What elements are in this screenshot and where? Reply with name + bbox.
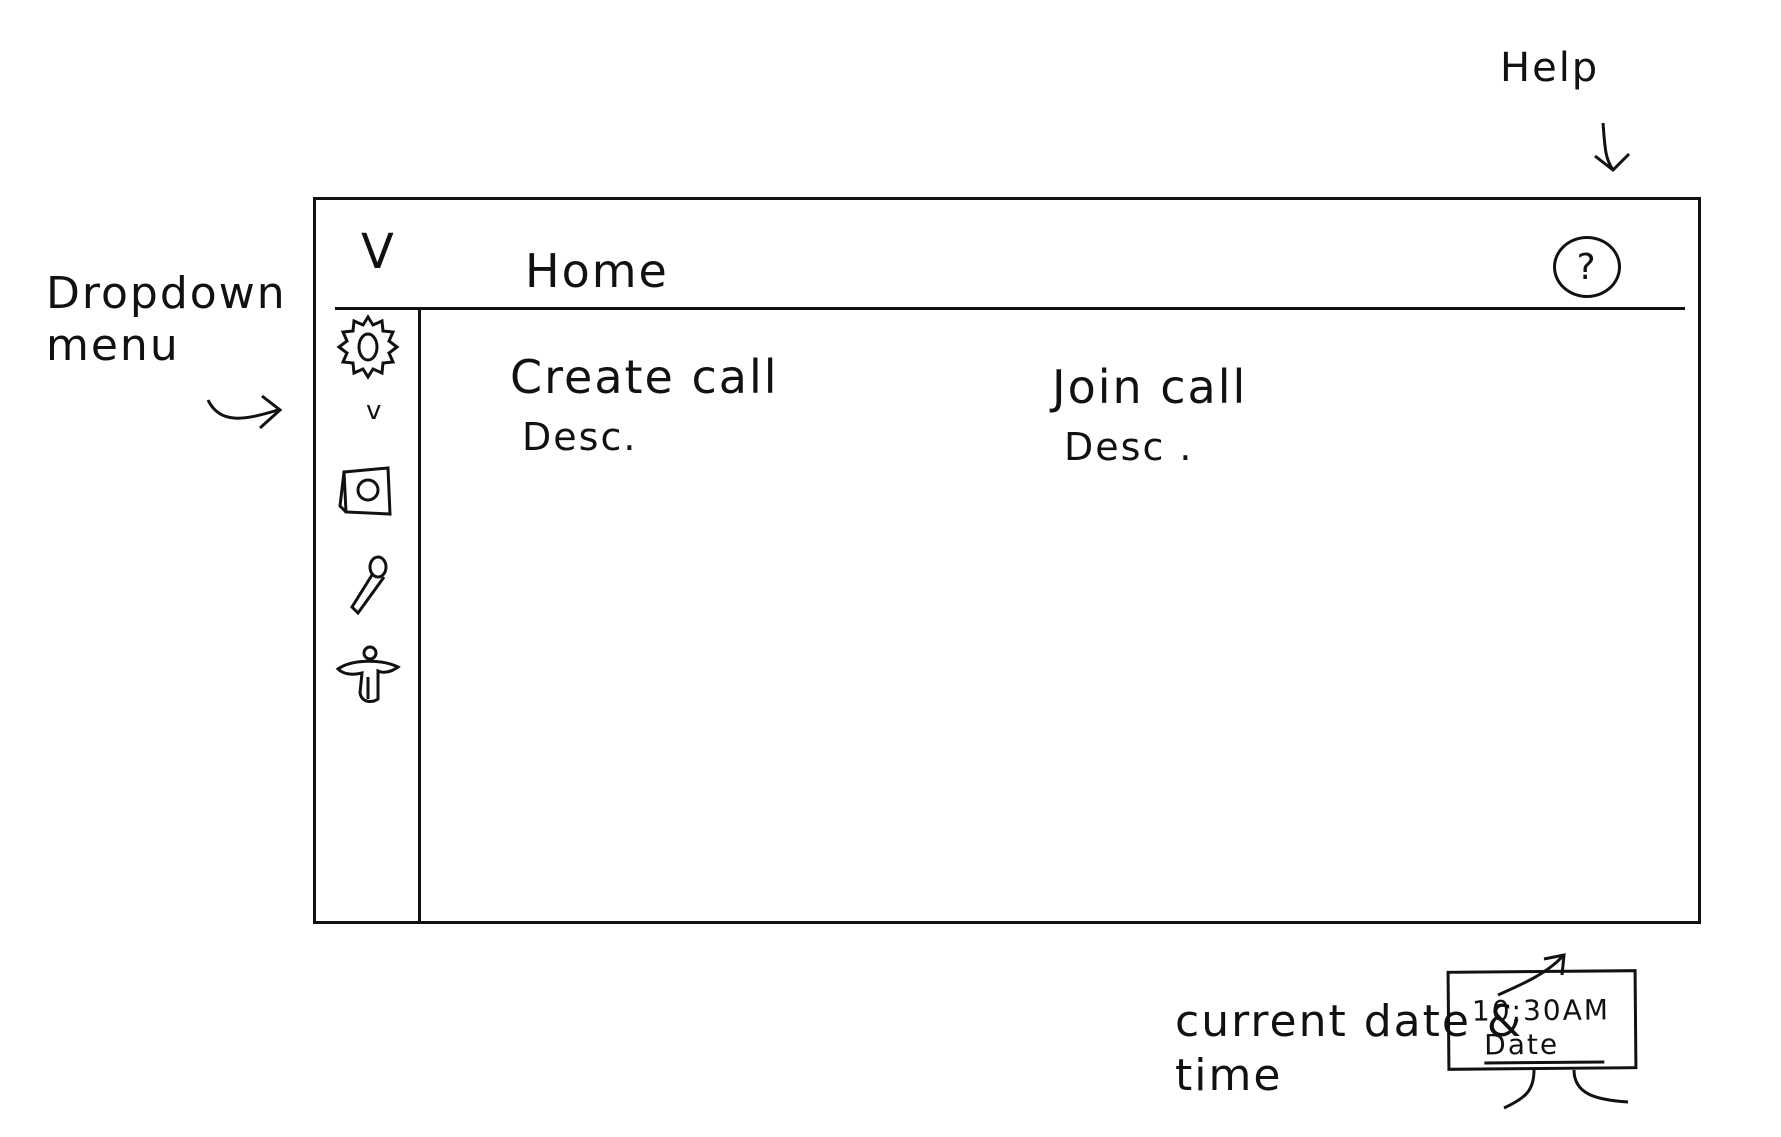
app-window: V Home ? v Create call Desc. Join call D… [313, 197, 1701, 1110]
help-button[interactable]: ? [1553, 236, 1621, 298]
header-bar: V Home ? [335, 200, 1685, 310]
help-annotation-arrow [1594, 122, 1631, 172]
clock-date: Date [1484, 1028, 1605, 1065]
help-annotation: Help [1500, 45, 1600, 91]
camera-icon [338, 466, 392, 516]
sidebar-item-microphone[interactable] [332, 550, 404, 622]
sidebar-item-settings[interactable] [332, 310, 404, 382]
clock-widget: 10:30AM Date [1446, 969, 1638, 1071]
join-call-desc: Desc . [1064, 425, 1194, 469]
sidebar-dropdown-caret[interactable]: v [366, 396, 383, 426]
dropdown-menu-toggle[interactable]: V [361, 224, 396, 280]
join-call-title: Join call [1052, 360, 1248, 414]
create-call-option[interactable]: Create call Desc. [510, 350, 779, 460]
gear-icon [336, 314, 400, 380]
clock-stand [1503, 1070, 1629, 1110]
page-title: Home [525, 244, 669, 298]
sidebar: v [316, 310, 421, 921]
sidebar-item-camera[interactable] [332, 456, 404, 528]
clock-time: 10:30AM [1471, 993, 1611, 1028]
accessibility-icon [335, 645, 401, 703]
help-icon: ? [1576, 246, 1598, 288]
sidebar-item-accessibility[interactable] [332, 640, 404, 712]
create-call-title: Create call [510, 350, 779, 404]
dropdown-menu-annotation: Dropdown menu [46, 268, 287, 371]
dropdown-annotation-arrow [206, 394, 283, 430]
microphone-icon [350, 555, 388, 616]
create-call-desc: Desc. [522, 415, 638, 459]
main-content: Create call Desc. Join call Desc . [424, 310, 1694, 921]
join-call-option[interactable]: Join call Desc . [1052, 360, 1247, 470]
